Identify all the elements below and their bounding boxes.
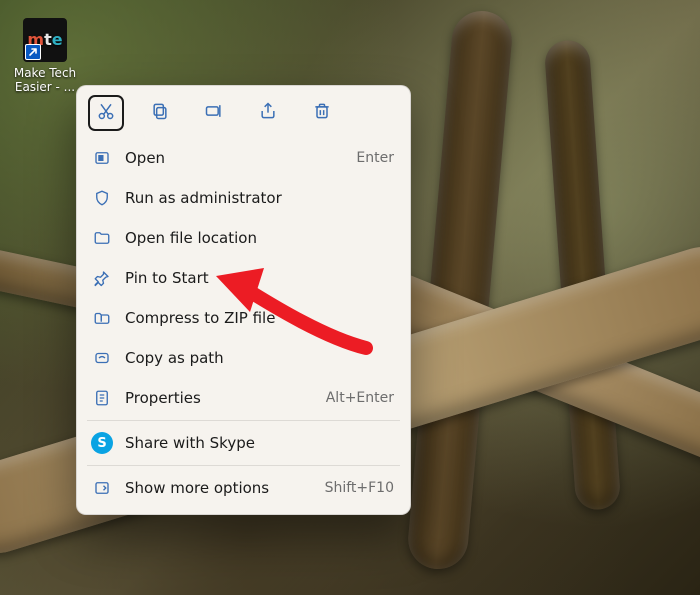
copy-icon [150, 101, 170, 125]
share-button[interactable] [251, 96, 285, 130]
cut-icon [96, 101, 116, 125]
menu-item-show-more-options[interactable]: Show more options Shift+F10 [83, 468, 404, 508]
menu-separator [87, 420, 400, 421]
rename-button[interactable] [197, 96, 231, 130]
menu-item-copy-as-path[interactable]: Copy as path [83, 338, 404, 378]
desktop-shortcut-mte[interactable]: mte Make Tech Easier - ... [8, 18, 82, 94]
menu-item-label: Copy as path [125, 349, 224, 367]
skype-icon: S [91, 432, 113, 454]
copy-button[interactable] [143, 96, 177, 130]
properties-icon [91, 387, 113, 409]
pin-icon [91, 267, 113, 289]
menu-item-shortcut: Shift+F10 [325, 480, 394, 496]
menu-item-properties[interactable]: Properties Alt+Enter [83, 378, 404, 418]
zip-icon [91, 307, 113, 329]
shield-icon [91, 187, 113, 209]
menu-item-open[interactable]: Open Enter [83, 138, 404, 178]
context-menu: Open Enter Run as administrator Open fil… [76, 85, 411, 515]
copy-path-icon [91, 347, 113, 369]
tile-letter-t: t [44, 33, 52, 47]
open-icon [91, 147, 113, 169]
menu-item-label: Share with Skype [125, 434, 255, 452]
menu-item-shortcut: Enter [356, 150, 394, 166]
menu-item-label: Open file location [125, 229, 257, 247]
menu-separator [87, 465, 400, 466]
menu-item-compress-to-zip[interactable]: Compress to ZIP file [83, 298, 404, 338]
tile-letter-e: e [52, 33, 63, 47]
desktop-shortcut-tile: mte [23, 18, 67, 62]
cut-button[interactable] [89, 96, 123, 130]
shortcut-overlay-icon [25, 44, 41, 60]
share-icon [258, 101, 278, 125]
menu-item-label: Open [125, 149, 165, 167]
more-options-icon [91, 477, 113, 499]
menu-item-label: Properties [125, 389, 201, 407]
desktop-shortcut-label: Make Tech Easier - ... [8, 66, 82, 94]
delete-button[interactable] [305, 96, 339, 130]
menu-item-label: Compress to ZIP file [125, 309, 275, 327]
menu-item-run-as-administrator[interactable]: Run as administrator [83, 178, 404, 218]
folder-icon [91, 227, 113, 249]
menu-item-open-file-location[interactable]: Open file location [83, 218, 404, 258]
context-menu-toolbar [83, 92, 404, 138]
menu-item-label: Show more options [125, 479, 269, 497]
delete-icon [312, 101, 332, 125]
menu-item-label: Pin to Start [125, 269, 209, 287]
menu-item-pin-to-start[interactable]: Pin to Start [83, 258, 404, 298]
menu-item-share-with-skype[interactable]: S Share with Skype [83, 423, 404, 463]
menu-item-shortcut: Alt+Enter [326, 390, 394, 406]
desktop[interactable]: mte Make Tech Easier - ... [0, 0, 700, 595]
rename-icon [204, 101, 224, 125]
menu-item-label: Run as administrator [125, 189, 282, 207]
